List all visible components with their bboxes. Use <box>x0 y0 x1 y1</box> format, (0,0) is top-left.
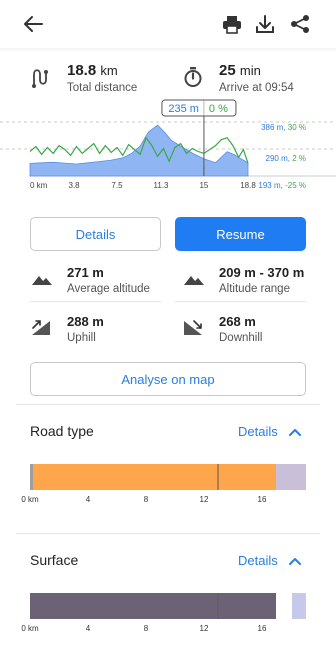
avg-altitude-value: 271 m <box>67 265 104 280</box>
road-type-details-link[interactable]: Details <box>238 424 278 439</box>
road-type-axis: 0 km 4 8 12 16 <box>21 495 306 507</box>
uphill-icon <box>32 320 50 335</box>
distance-unit: km <box>100 63 118 78</box>
section-divider-2 <box>16 533 320 534</box>
axis-tick-label: 8 <box>143 624 149 633</box>
axis-tick-label: 16 <box>257 624 267 633</box>
right-axis-label: 193 m, -25 % <box>258 181 306 190</box>
x-tick-label: 7.5 <box>111 181 123 190</box>
x-tick-label: 3.8 <box>69 181 81 190</box>
surface-main-segment <box>30 593 276 619</box>
axis-tick-label: 8 <box>143 495 149 504</box>
road-type-main-segment <box>33 464 276 490</box>
x-tick-label: 11.3 <box>154 181 170 190</box>
travel-time: 25 min Arrive at 09:54 <box>219 62 294 94</box>
avg-altitude-label: Average altitude <box>67 283 150 295</box>
elevation-chart[interactable]: 235 m 0 % 386 m, 30 % 290 m, 2 % 193 m, -25 … <box>0 96 336 206</box>
axis-tick-label: 0 km <box>21 495 39 504</box>
axis-tick-label: 4 <box>85 624 91 633</box>
altitude-range-label: Altitude range <box>219 283 290 295</box>
uphill-label: Uphill <box>67 332 96 344</box>
surface-title: Surface <box>30 552 79 568</box>
road-type-bar[interactable] <box>30 464 306 490</box>
cursor-slope-label: 0 % <box>209 103 228 115</box>
x-tick-label: 0 km <box>30 181 48 190</box>
right-axis-altitude: 386 m, <box>261 123 288 132</box>
axis-tick-label: 12 <box>199 495 209 504</box>
route-icon <box>32 69 48 88</box>
download-icon[interactable] <box>254 13 276 35</box>
right-axis-altitude: 193 m, <box>258 181 285 190</box>
surface-tail-segment <box>292 593 306 619</box>
share-icon[interactable] <box>289 13 311 35</box>
right-axis-altitude: 290 m, <box>266 154 293 163</box>
road-type-title: Road type <box>30 423 94 439</box>
x-tick-label: 18.8 <box>240 181 256 190</box>
cursor-altitude-label: 235 m <box>168 103 199 115</box>
average-altitude: 271 m Average altitude <box>67 265 150 295</box>
right-axis-slope: 30 % <box>288 123 306 132</box>
app-bar <box>0 0 336 48</box>
downhill-label: Downhill <box>219 332 263 344</box>
axis-tick-label: 0 km <box>21 624 39 633</box>
axis-tick-label: 4 <box>85 495 91 504</box>
axis-tick-label: 16 <box>257 495 267 504</box>
distance-label: Total distance <box>67 82 138 94</box>
downhill-icon <box>184 320 202 335</box>
right-axis-label: 290 m, 2 % <box>266 154 306 163</box>
altitude-area <box>29 124 249 177</box>
road-type-tail-segment <box>276 464 306 490</box>
arrival-label: Arrive at 09:54 <box>219 82 294 94</box>
right-axis-slope: -25 % <box>285 181 306 190</box>
uphill: 288 m Uphill <box>67 314 104 344</box>
road-type-edge-segment <box>30 464 33 490</box>
analyse-on-map-button[interactable]: Analyse on map <box>30 362 306 396</box>
resume-button[interactable]: Resume <box>175 217 306 251</box>
stats-divider-right <box>175 301 306 302</box>
distance-value: 18.8 <box>67 62 97 79</box>
mountain-icon <box>32 276 52 285</box>
appbar-divider <box>0 48 336 52</box>
stats-divider-left <box>30 301 161 302</box>
surface-bar[interactable] <box>30 593 306 619</box>
back-arrow-icon[interactable] <box>22 14 44 34</box>
surface-axis: 0 km 4 8 12 16 <box>21 624 306 636</box>
print-icon[interactable] <box>221 13 243 35</box>
altitude-range-value: 209 m - 370 m <box>219 265 305 280</box>
x-tick-label: 15 <box>199 181 208 190</box>
altitude-range: 209 m - 370 m Altitude range <box>219 265 304 295</box>
mountain-range-icon <box>184 276 204 285</box>
time-unit: min <box>239 63 261 78</box>
downhill-value: 268 m <box>219 314 256 329</box>
downhill: 268 m Downhill <box>219 314 262 344</box>
right-axis-label: 386 m, 30 % <box>261 123 306 132</box>
right-axis-slope: 2 % <box>292 154 306 163</box>
chevron-up-icon-surface[interactable] <box>288 556 302 566</box>
timer-icon <box>184 67 202 87</box>
time-value: 25 <box>219 62 236 79</box>
total-distance: 18.8 km Total distance <box>67 62 137 94</box>
details-button[interactable]: Details <box>30 217 161 251</box>
uphill-value: 288 m <box>67 314 104 329</box>
axis-tick-label: 12 <box>199 624 209 633</box>
section-divider <box>16 404 320 405</box>
surface-details-link[interactable]: Details <box>238 553 278 568</box>
chevron-up-icon[interactable] <box>288 427 302 437</box>
